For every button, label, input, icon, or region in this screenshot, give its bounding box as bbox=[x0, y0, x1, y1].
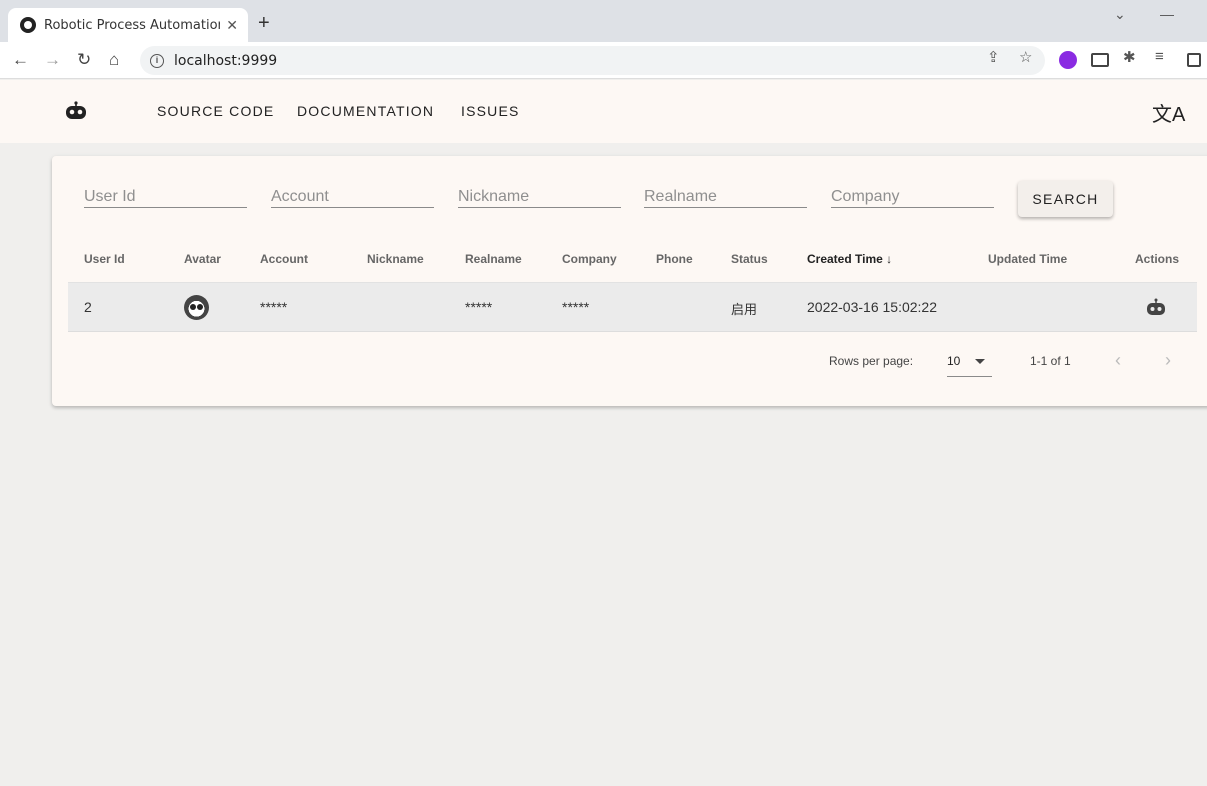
rows-per-page-value: 10 bbox=[947, 354, 961, 368]
robot-action-icon[interactable] bbox=[1144, 296, 1168, 320]
media-control-icon[interactable]: ≡ bbox=[1155, 48, 1164, 65]
puzzle-extensions-icon[interactable]: ✱ bbox=[1123, 48, 1136, 66]
user-id-field[interactable] bbox=[84, 184, 247, 208]
robot-logo-icon[interactable] bbox=[64, 99, 88, 123]
col-header-phone[interactable]: Phone bbox=[656, 252, 693, 266]
address-url[interactable]: localhost:9999 bbox=[174, 53, 277, 69]
picture-in-picture-icon[interactable] bbox=[1091, 53, 1109, 67]
extension-icon[interactable] bbox=[1059, 51, 1077, 69]
reload-icon[interactable]: ↻ bbox=[77, 50, 91, 70]
col-header-updated-time[interactable]: Updated Time bbox=[988, 252, 1067, 266]
col-header-created-time[interactable]: Created Time ↓ bbox=[807, 252, 892, 266]
col-header-actions: Actions bbox=[1135, 252, 1180, 266]
search-button[interactable]: SEARCH bbox=[1018, 181, 1113, 217]
realname-field[interactable] bbox=[644, 184, 807, 208]
cell-company: ***** bbox=[562, 299, 590, 315]
cell-status: 启用 bbox=[731, 303, 758, 318]
back-icon[interactable]: ← bbox=[12, 50, 29, 70]
sort-arrow-down-icon: ↓ bbox=[886, 252, 893, 266]
col-header-user-id[interactable]: User Id bbox=[84, 252, 125, 266]
col-header-created-time-label: Created Time bbox=[807, 252, 883, 266]
nav-documentation[interactable]: DOCUMENTATION bbox=[297, 103, 434, 119]
browser-tab[interactable]: Robotic Process Automation T ✕ bbox=[8, 8, 248, 42]
users-card: SEARCH User Id Avatar Account Nickname R… bbox=[52, 156, 1207, 406]
dropdown-caret-icon bbox=[975, 359, 985, 364]
bookmark-star-icon[interactable]: ☆ bbox=[1019, 48, 1032, 66]
rows-per-page-select[interactable]: 10 bbox=[947, 347, 992, 377]
browser-tabstrip: Robotic Process Automation T ✕ + ⌄ — bbox=[0, 0, 1207, 42]
tab-search-icon[interactable]: ⌄ bbox=[1114, 6, 1126, 23]
cell-realname: ***** bbox=[465, 299, 493, 315]
cell-created-time: 2022-03-16 15:02:22 bbox=[807, 299, 937, 315]
previous-page-icon[interactable]: ‹ bbox=[1115, 350, 1121, 371]
col-header-realname[interactable]: Realname bbox=[465, 252, 522, 266]
pagination-range: 1-1 of 1 bbox=[1030, 354, 1071, 368]
rows-per-page-label: Rows per page: bbox=[829, 354, 914, 368]
translate-icon[interactable]: 文A bbox=[1152, 98, 1185, 127]
forward-icon[interactable]: → bbox=[44, 50, 61, 70]
next-page-icon[interactable]: › bbox=[1165, 350, 1171, 371]
col-header-status[interactable]: Status bbox=[731, 252, 768, 266]
account-field[interactable] bbox=[271, 184, 434, 208]
share-icon[interactable]: ⇪ bbox=[987, 48, 1000, 66]
address-bar[interactable]: i localhost:9999 bbox=[140, 46, 1045, 75]
col-header-company[interactable]: Company bbox=[562, 252, 617, 266]
avatar bbox=[184, 295, 209, 320]
nickname-field[interactable] bbox=[458, 184, 621, 208]
company-field[interactable] bbox=[831, 184, 994, 208]
cell-account: ***** bbox=[260, 299, 288, 315]
tab-close-icon[interactable]: ✕ bbox=[226, 17, 238, 34]
browser-toolbar: ← → ↻ ⌂ i localhost:9999 ⇪ ☆ ✱ ≡ bbox=[0, 42, 1207, 79]
home-icon[interactable]: ⌂ bbox=[109, 50, 119, 70]
nav-issues[interactable]: ISSUES bbox=[461, 103, 520, 119]
tab-title: Robotic Process Automation T bbox=[44, 17, 221, 33]
col-header-avatar[interactable]: Avatar bbox=[184, 252, 221, 266]
nav-source-code[interactable]: SOURCE CODE bbox=[157, 103, 274, 119]
col-header-account[interactable]: Account bbox=[260, 252, 308, 266]
cell-user-id: 2 bbox=[84, 299, 92, 315]
table-row[interactable] bbox=[68, 282, 1197, 332]
col-header-nickname[interactable]: Nickname bbox=[367, 252, 424, 266]
info-icon[interactable]: i bbox=[150, 53, 164, 68]
new-tab-button[interactable]: + bbox=[258, 12, 270, 35]
minimize-icon[interactable]: — bbox=[1160, 6, 1174, 22]
side-panel-icon[interactable] bbox=[1187, 53, 1201, 67]
github-icon bbox=[20, 17, 36, 33]
